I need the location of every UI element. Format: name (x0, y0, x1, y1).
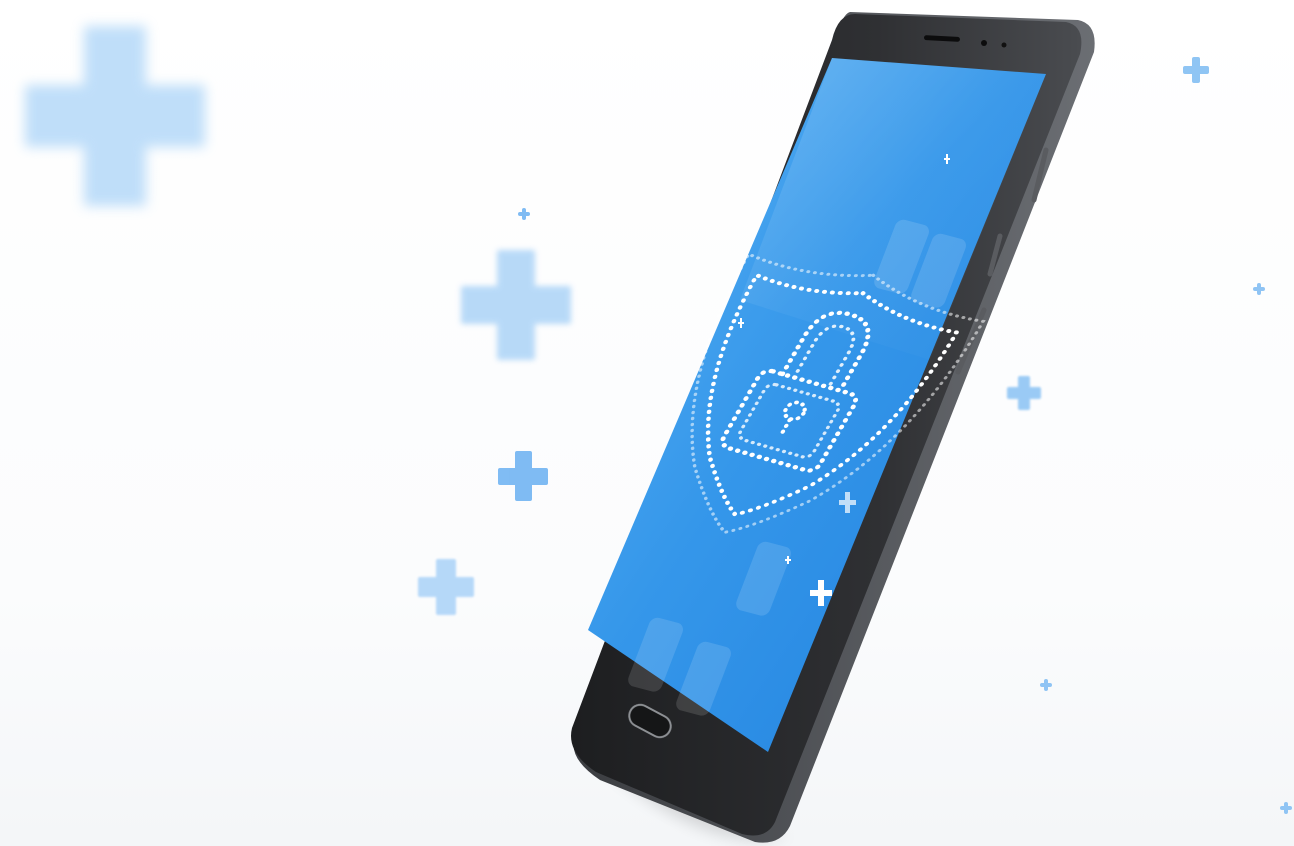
security-illustration (0, 0, 1294, 846)
smartphone (571, 12, 1095, 843)
